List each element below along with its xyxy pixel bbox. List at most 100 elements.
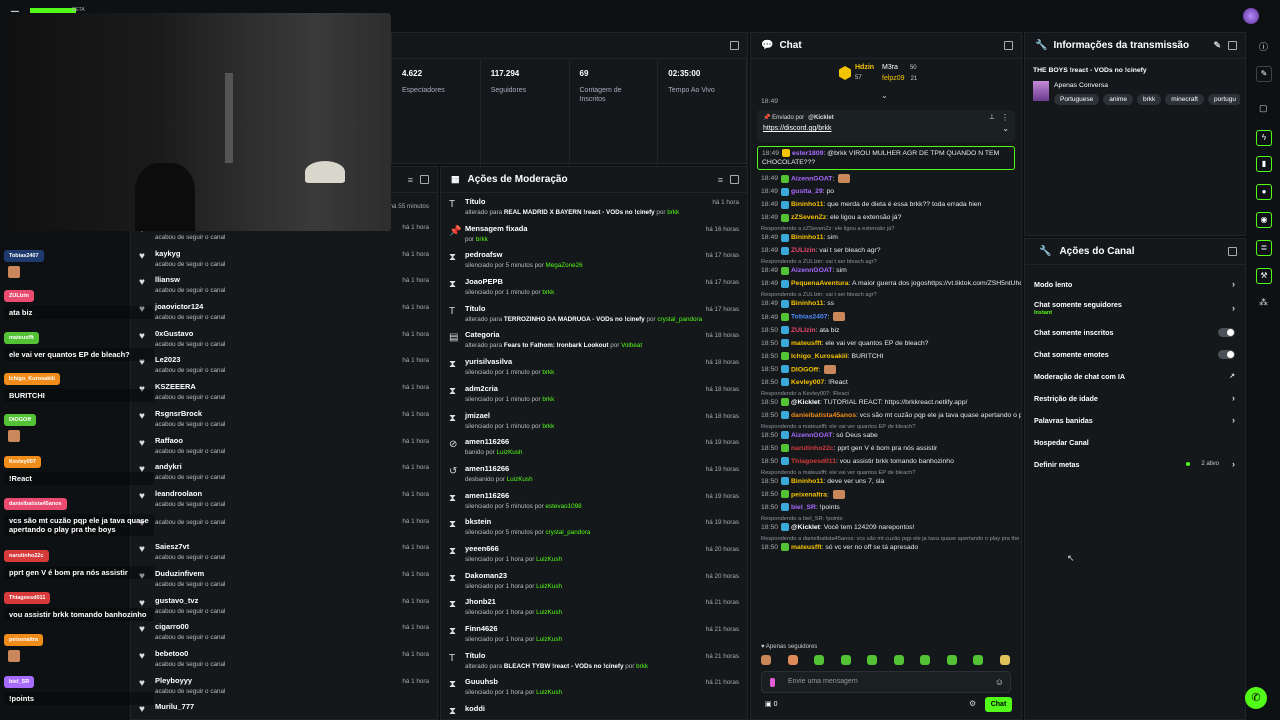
doc-icon[interactable]: ▮ (1256, 156, 1272, 172)
category-thumbnail[interactable] (1033, 81, 1049, 101)
reply-context[interactable]: Respondendo a mateusfft: ele vai ver qua… (751, 470, 1021, 476)
chat-username[interactable]: Kevley007 (791, 379, 824, 386)
emote-icon[interactable] (840, 655, 851, 665)
reply-context[interactable]: Respondendo a mateusfft: ele vai ver qua… (751, 424, 1021, 430)
moderator-name[interactable]: MegaZone26 (546, 262, 583, 269)
follower-name[interactable]: Pleyboyyy (155, 672, 437, 685)
chat-username[interactable]: narutinho22c (791, 445, 834, 452)
moderation-target[interactable]: yeeen666 (465, 540, 747, 553)
moderator-name[interactable]: LuizKush (497, 449, 523, 456)
pinned-by-user[interactable]: @Kicklet (808, 115, 834, 121)
moderator-name[interactable]: brkk (542, 396, 554, 403)
moderation-target[interactable]: Finn4626 (465, 620, 747, 633)
moderator-name[interactable]: brkk (636, 663, 648, 670)
popout-icon[interactable] (730, 41, 739, 50)
reply-context[interactable]: Respondendo a ZULIzin: vai t ser bleach … (751, 292, 1021, 298)
category-name[interactable]: Apenas Conversa (1054, 82, 1108, 89)
stream-tag[interactable]: portugu (1207, 94, 1240, 105)
moderation-target[interactable]: adm2cria (465, 380, 747, 393)
chevron-right-icon[interactable]: › (1232, 393, 1235, 403)
wrench-icon[interactable]: ⚒ (1256, 268, 1272, 284)
emote-icon[interactable] (787, 655, 798, 665)
edit-icon[interactable]: ✎ (1213, 40, 1221, 51)
emote-icon[interactable] (973, 655, 983, 665)
emote-icon[interactable] (761, 655, 771, 665)
chat-username[interactable]: Bininho11 (791, 478, 823, 485)
popout-icon[interactable] (1004, 41, 1013, 50)
moderator-name[interactable]: Volbeat (621, 342, 642, 349)
follower-name[interactable]: joaovictor124 (155, 298, 437, 311)
follower-name[interactable]: kaykyg (155, 245, 437, 258)
popout-icon[interactable] (730, 175, 739, 184)
pinned-link[interactable]: https://discord.gg/brkk (763, 125, 1009, 132)
reply-context[interactable]: Respondendo a danielbatista45anos: vcs s… (751, 536, 1021, 542)
follower-name[interactable]: andykri (155, 458, 437, 471)
help-chat-icon[interactable]: ✆ (1245, 687, 1267, 709)
chevron-right-icon[interactable]: › (1232, 459, 1235, 469)
moderator-name[interactable]: LuizKush (536, 609, 562, 616)
info-icon[interactable]: ⓘ (1259, 40, 1268, 53)
follower-name[interactable]: cigarro00 (155, 618, 437, 631)
chat-username[interactable]: @Kicklet (791, 399, 820, 406)
channel-action-row[interactable]: Modo lento › (1025, 273, 1245, 295)
follower-name[interactable]: Duduzinfivem (155, 565, 437, 578)
filter-icon[interactable]: ≡ (408, 175, 413, 185)
follower-name[interactable]: KSZEEERA (155, 378, 437, 391)
chat-username[interactable]: gustta_29 (791, 188, 823, 195)
emoji-icon[interactable]: ☺ (995, 677, 1004, 687)
moderation-target[interactable]: bkstein (465, 513, 747, 526)
chat-username[interactable]: ZULIzin (791, 247, 816, 254)
follower-name[interactable]: 0xGustavo (155, 325, 437, 338)
stream-tag[interactable]: anime (1103, 94, 1133, 105)
stream-tag[interactable]: brkk (1136, 94, 1162, 105)
unpin-icon[interactable]: ⊥ (989, 113, 995, 121)
stack-icon[interactable]: ≣ (1256, 240, 1272, 256)
chevron-down-icon[interactable]: ⌄ (1002, 124, 1009, 133)
chat-input[interactable]: Envie uma mensagem ☺ (761, 671, 1011, 693)
chat-username[interactable]: Bininho11 (791, 201, 823, 208)
popout-icon[interactable] (1228, 41, 1237, 50)
moderation-target[interactable]: Categoria (465, 326, 747, 339)
follower-name[interactable]: Murilu_777 (155, 698, 437, 711)
moderation-target[interactable]: jmizael (465, 407, 747, 420)
emote-icon[interactable] (893, 655, 904, 665)
popout-icon[interactable] (1228, 247, 1237, 256)
user-avatar[interactable] (1243, 8, 1259, 24)
chat-username[interactable]: Bininho11 (791, 234, 823, 241)
chevron-right-icon[interactable]: › (1232, 303, 1235, 313)
moderation-target[interactable]: amen116266 (465, 460, 747, 473)
chat-username[interactable]: zZSevenZz (791, 214, 826, 221)
more-icon[interactable]: ⋮ (1001, 113, 1009, 122)
settings-icon[interactable]: ⚙ (969, 699, 976, 708)
follower-name[interactable]: RsgnsrBrock (155, 405, 437, 418)
emote-icon[interactable] (946, 655, 957, 665)
reply-context[interactable]: Respondendo a Kevley007: !React (751, 391, 1021, 397)
moderation-target[interactable]: pedroafsw (465, 246, 747, 259)
follower-name[interactable]: lliansw (155, 271, 437, 284)
chat-username[interactable]: peixenaltra (791, 491, 827, 498)
filter-icon[interactable]: ≡ (718, 175, 723, 185)
chevron-right-icon[interactable]: › (1232, 415, 1235, 425)
chat-username[interactable]: PequenaAventura (791, 280, 849, 287)
moderator-name[interactable]: crystal_pandora (657, 316, 702, 323)
chat-username[interactable]: biel_SR (791, 504, 816, 511)
chat-username[interactable]: Thiagoesd011 (791, 458, 836, 465)
reply-context[interactable]: Respondendo a zZSevenZz: ele ligou a ext… (751, 226, 1021, 232)
reply-context[interactable]: Respondendo a ZULIzin: vai t ser bleach … (751, 259, 1021, 265)
popout-icon[interactable] (420, 175, 429, 184)
layout-icon[interactable]: ▢ (1259, 103, 1268, 114)
leader-name[interactable]: M3ra (882, 64, 898, 71)
moderator-name[interactable]: LuizKush (507, 476, 533, 483)
chat-username[interactable]: ZULIzin (791, 327, 816, 334)
emote-icon[interactable] (867, 655, 877, 665)
send-chat-button[interactable]: Chat (985, 697, 1012, 712)
moderation-target[interactable]: koddi (465, 700, 747, 713)
moderation-target[interactable]: Título (465, 193, 747, 206)
chat-username[interactable]: DIOGOff (791, 366, 818, 373)
external-link-icon[interactable]: ↗ (1229, 372, 1235, 380)
chat-username[interactable]: ester1809 (792, 150, 823, 157)
stream-tag[interactable]: minecraft (1165, 94, 1204, 105)
mic-icon[interactable] (770, 678, 775, 687)
channel-action-row[interactable]: Chat somente inscritos (1025, 321, 1245, 343)
emote-icon[interactable] (814, 655, 824, 665)
